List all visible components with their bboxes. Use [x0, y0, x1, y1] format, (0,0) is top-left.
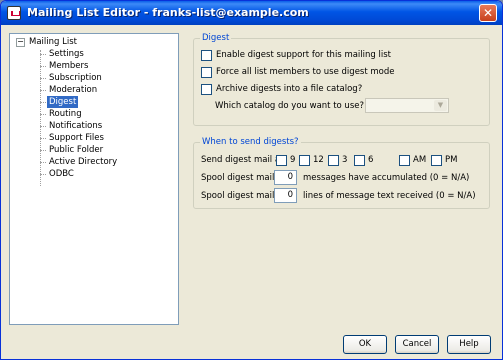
- cancel-button[interactable]: Cancel: [395, 335, 439, 354]
- am-label[interactable]: AM: [413, 154, 426, 166]
- archive-digests-label[interactable]: Archive digests into a file catalog?: [216, 83, 362, 95]
- enable-digest-label[interactable]: Enable digest support for this mailing l…: [216, 49, 391, 61]
- mailing-list-editor-window: Mailing List Editor - franks-list@exampl…: [0, 0, 503, 360]
- when-to-send-group: When to send digests? Send digest mail a…: [193, 136, 490, 209]
- tree-connector: [40, 50, 41, 186]
- tree-item-label[interactable]: Digest: [47, 96, 79, 108]
- pm-checkbox[interactable]: [431, 155, 442, 166]
- collapse-icon[interactable]: −: [16, 38, 25, 47]
- spool-lines-suffix: lines of message text received (0 = N/A): [303, 191, 476, 201]
- tree-item-label[interactable]: Routing: [47, 108, 84, 120]
- force-digest-label[interactable]: Force all list members to use digest mod…: [216, 66, 395, 78]
- window-title: Mailing List Editor - franks-list@exampl…: [27, 6, 309, 19]
- tree-item-label[interactable]: Support Files: [47, 132, 106, 144]
- tree-item-label[interactable]: Subscription: [47, 72, 104, 84]
- close-button[interactable]: ✕: [479, 4, 497, 22]
- pm-label[interactable]: PM: [445, 154, 457, 166]
- spool-messages-suffix: messages have accumulated (0 = N/A): [303, 173, 470, 183]
- spool-messages-prefix: Spool digest mail if: [201, 173, 283, 183]
- tree-item-label[interactable]: Moderation: [47, 84, 99, 96]
- catalog-select[interactable]: ▼: [365, 98, 449, 113]
- tree-item-label[interactable]: Members: [47, 60, 90, 72]
- hour-3-checkbox[interactable]: [328, 155, 339, 166]
- force-digest-checkbox[interactable]: [201, 67, 212, 78]
- digest-group-title: Digest: [200, 32, 232, 44]
- navigation-tree: − Mailing List Settings Members Subscrip…: [9, 33, 179, 325]
- hour-12-checkbox[interactable]: [299, 155, 310, 166]
- archive-digests-checkbox[interactable]: [201, 84, 212, 95]
- tree-item-label[interactable]: Notifications: [47, 120, 104, 132]
- ok-button[interactable]: OK: [343, 335, 387, 354]
- spool-lines-prefix: Spool digest mail if: [201, 191, 283, 201]
- catalog-question-label: Which catalog do you want to use?: [215, 101, 364, 111]
- spool-lines-input[interactable]: 0: [274, 188, 297, 203]
- app-icon: [7, 6, 21, 20]
- hour-3-label[interactable]: 3: [342, 154, 347, 166]
- tree-root-label[interactable]: Mailing List: [29, 36, 77, 48]
- tree-item-label[interactable]: Active Directory: [47, 156, 119, 168]
- spool-messages-input[interactable]: 0: [274, 170, 297, 185]
- hour-12-label[interactable]: 12: [313, 154, 324, 166]
- title-bar: Mailing List Editor - franks-list@exampl…: [1, 1, 502, 25]
- hour-9-checkbox[interactable]: [276, 155, 287, 166]
- hour-6-label[interactable]: 6: [368, 154, 373, 166]
- tree-item-label[interactable]: Settings: [47, 48, 86, 60]
- tree-item-label[interactable]: Public Folder: [47, 144, 105, 156]
- send-digest-label: Send digest mail at: [201, 155, 284, 165]
- chevron-down-icon[interactable]: ▼: [434, 100, 447, 111]
- when-group-title: When to send digests?: [200, 136, 301, 148]
- digest-group: Digest Enable digest support for this ma…: [193, 32, 490, 126]
- enable-digest-checkbox[interactable]: [201, 50, 212, 61]
- tree-item-label[interactable]: ODBC: [47, 168, 76, 180]
- am-checkbox[interactable]: [399, 155, 410, 166]
- hour-6-checkbox[interactable]: [354, 155, 365, 166]
- help-button[interactable]: Help: [447, 335, 491, 354]
- hour-9-label[interactable]: 9: [290, 154, 295, 166]
